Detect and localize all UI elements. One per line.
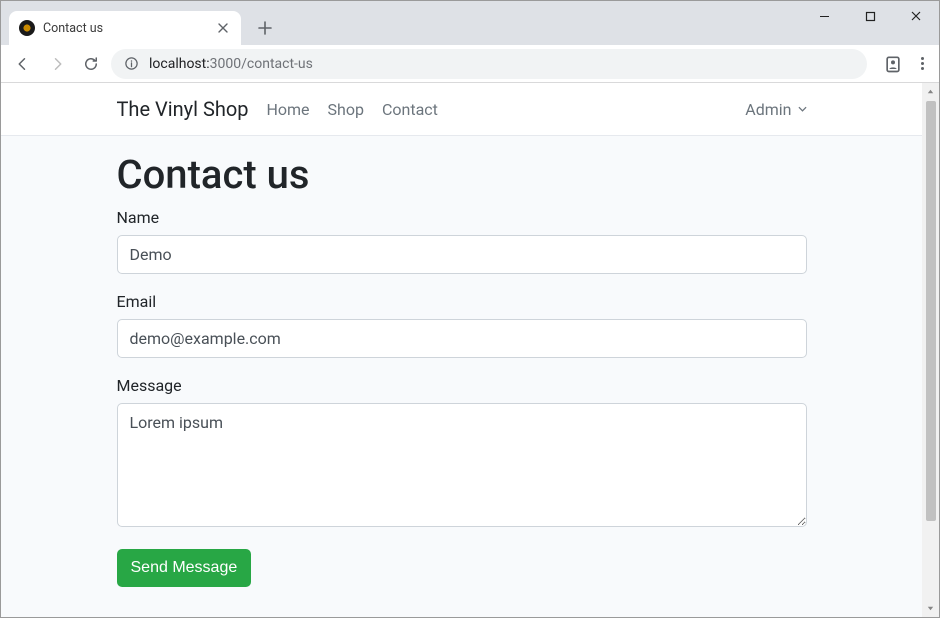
chevron-down-icon — [798, 106, 807, 112]
viewport: The Vinyl Shop Home Shop Contact Admin — [1, 83, 939, 617]
scroll-up-arrow-icon[interactable] — [922, 83, 939, 100]
browser-toolbar: localhost:3000/contact-us — [1, 45, 939, 83]
close-tab-button[interactable] — [215, 20, 231, 36]
admin-label: Admin — [745, 100, 791, 119]
page-body: The Vinyl Shop Home Shop Contact Admin — [1, 83, 922, 617]
email-field-group: Email — [117, 292, 807, 358]
forward-button[interactable] — [43, 50, 71, 78]
close-window-button[interactable] — [893, 1, 939, 31]
scroll-track[interactable] — [926, 100, 936, 600]
site-info-icon[interactable] — [123, 56, 139, 72]
name-field-group: Name — [117, 208, 807, 274]
browser-tab[interactable]: Contact us — [9, 11, 241, 45]
name-input[interactable] — [117, 235, 807, 274]
scroll-down-arrow-icon[interactable] — [922, 600, 939, 617]
browser-window: Contact us — [0, 0, 940, 618]
new-tab-button[interactable] — [251, 14, 279, 42]
tab-title: Contact us — [43, 21, 207, 36]
page: The Vinyl Shop Home Shop Contact Admin — [1, 83, 922, 617]
nav-link-shop[interactable]: Shop — [328, 100, 364, 119]
site-navbar: The Vinyl Shop Home Shop Contact Admin — [1, 83, 922, 135]
profile-icon[interactable] — [883, 54, 903, 74]
message-field-group: Message Lorem ipsum — [117, 376, 807, 531]
nav-left: The Vinyl Shop Home Shop Contact — [117, 97, 438, 121]
name-label: Name — [117, 208, 807, 227]
vinyl-favicon-icon — [19, 20, 35, 36]
browser-menu-button[interactable] — [913, 55, 931, 73]
brand[interactable]: The Vinyl Shop — [117, 97, 249, 121]
window-controls — [801, 1, 939, 31]
address-bar[interactable]: localhost:3000/contact-us — [111, 49, 867, 79]
toolbar-right — [873, 54, 931, 74]
admin-dropdown[interactable]: Admin — [745, 100, 806, 119]
email-input[interactable] — [117, 319, 807, 358]
maximize-button[interactable] — [847, 1, 893, 31]
scroll-thumb[interactable] — [926, 101, 936, 521]
back-button[interactable] — [9, 50, 37, 78]
vertical-scrollbar[interactable] — [922, 83, 939, 617]
email-label: Email — [117, 292, 807, 311]
main-content: Contact us Name Email Message Lorem ipsu… — [117, 135, 807, 617]
message-textarea[interactable]: Lorem ipsum — [117, 403, 807, 527]
url-text: localhost:3000/contact-us — [149, 56, 313, 72]
reload-button[interactable] — [77, 50, 105, 78]
page-title: Contact us — [117, 151, 807, 198]
titlebar: Contact us — [1, 1, 939, 45]
nav-link-home[interactable]: Home — [266, 100, 309, 119]
send-message-button[interactable]: Send Message — [117, 549, 252, 587]
nav-link-contact[interactable]: Contact — [382, 100, 438, 119]
message-label: Message — [117, 376, 807, 395]
minimize-button[interactable] — [801, 1, 847, 31]
